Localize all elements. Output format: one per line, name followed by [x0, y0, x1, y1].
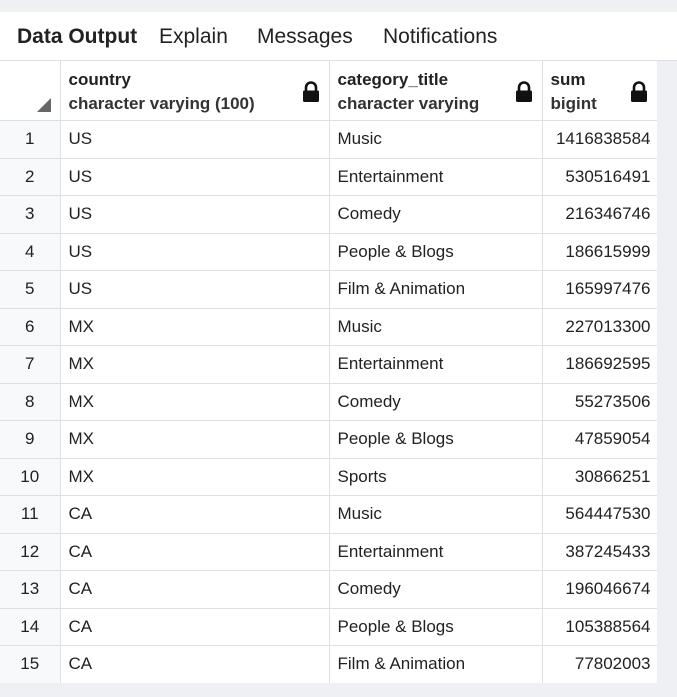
table-row[interactable]: 4 US People & Blogs 186615999	[0, 233, 658, 271]
cell-category-title[interactable]: Music	[329, 495, 543, 534]
row-number[interactable]: 10	[0, 458, 61, 496]
column-header-country[interactable]: country character varying (100)	[60, 61, 330, 121]
row-number[interactable]: 9	[0, 420, 61, 459]
cell-sum[interactable]: 530516491	[542, 158, 658, 196]
column-name: category_title	[337, 70, 449, 89]
cell-sum[interactable]: 387245433	[542, 533, 658, 571]
table-row[interactable]: 15 CA Film & Animation 77802003	[0, 645, 658, 683]
table-row[interactable]: 3 US Comedy 216346746	[0, 195, 658, 234]
row-number[interactable]: 6	[0, 308, 61, 346]
cell-country[interactable]: US	[60, 158, 330, 196]
cell-sum[interactable]: 165997476	[542, 270, 658, 309]
cell-sum[interactable]: 1416838584	[542, 120, 658, 159]
table-row[interactable]: 7 MX Entertainment 186692595	[0, 345, 658, 384]
table-row[interactable]: 1 US Music 1416838584	[0, 120, 658, 159]
row-number[interactable]: 13	[0, 570, 61, 609]
column-header-sum[interactable]: sum bigint	[542, 61, 658, 121]
cell-sum[interactable]: 186692595	[542, 345, 658, 384]
cell-sum[interactable]: 55273506	[542, 383, 658, 421]
column-type: character varying	[337, 94, 480, 113]
cell-category-title[interactable]: People & Blogs	[329, 233, 543, 271]
row-number[interactable]: 8	[0, 383, 61, 421]
cell-country[interactable]: MX	[60, 420, 330, 459]
table-row[interactable]: 11 CA Music 564447530	[0, 495, 658, 534]
cell-country[interactable]: CA	[60, 645, 330, 683]
cell-sum[interactable]: 227013300	[542, 308, 658, 346]
row-number[interactable]: 14	[0, 608, 61, 646]
cell-sum[interactable]: 47859054	[542, 420, 658, 459]
cell-category-title[interactable]: Music	[329, 120, 543, 159]
row-number[interactable]: 3	[0, 195, 61, 234]
row-number[interactable]: 7	[0, 345, 61, 384]
row-number[interactable]: 5	[0, 270, 61, 309]
cell-category-title[interactable]: Music	[329, 308, 543, 346]
table-row[interactable]: 6 MX Music 227013300	[0, 308, 658, 346]
cell-category-title[interactable]: Entertainment	[329, 158, 543, 196]
table-row[interactable]: 8 MX Comedy 55273506	[0, 383, 658, 421]
cell-category-title[interactable]: Comedy	[329, 195, 543, 234]
cell-country[interactable]: US	[60, 120, 330, 159]
cell-country[interactable]: CA	[60, 533, 330, 571]
cell-sum[interactable]: 105388564	[542, 608, 658, 646]
cell-category-title[interactable]: Comedy	[329, 383, 543, 421]
row-number[interactable]: 4	[0, 233, 61, 271]
header-row: country character varying (100) category…	[0, 61, 658, 121]
cell-country[interactable]: CA	[60, 495, 330, 534]
column-header-category-title[interactable]: category_title character varying	[329, 61, 543, 121]
cell-country[interactable]: CA	[60, 608, 330, 646]
cell-sum[interactable]: 77802003	[542, 645, 658, 683]
cell-country[interactable]: MX	[60, 345, 330, 384]
tab-notifications[interactable]: Notifications	[383, 24, 497, 50]
row-number[interactable]: 12	[0, 533, 61, 571]
table-row[interactable]: 13 CA Comedy 196046674	[0, 570, 658, 609]
data-grid: country character varying (100) category…	[0, 61, 677, 683]
table-row[interactable]: 14 CA People & Blogs 105388564	[0, 608, 658, 646]
cell-country[interactable]: US	[60, 195, 330, 234]
cell-country[interactable]: MX	[60, 308, 330, 346]
cell-sum[interactable]: 564447530	[542, 495, 658, 534]
horizontal-scrollbar[interactable]	[0, 683, 677, 697]
cell-sum[interactable]: 186615999	[542, 233, 658, 271]
tab-messages[interactable]: Messages	[257, 24, 353, 50]
resize-corner-icon	[36, 98, 51, 112]
table-row[interactable]: 10 MX Sports 30866251	[0, 458, 658, 496]
cell-category-title[interactable]: Entertainment	[329, 533, 543, 571]
row-number[interactable]: 11	[0, 495, 61, 534]
cell-country[interactable]: US	[60, 270, 330, 309]
vertical-scrollbar[interactable]	[657, 61, 677, 683]
result-tabs: Data Output Explain Messages Notificatio…	[0, 12, 677, 61]
cell-category-title[interactable]: Entertainment	[329, 345, 543, 384]
cell-sum[interactable]: 196046674	[542, 570, 658, 609]
cell-category-title[interactable]: Comedy	[329, 570, 543, 609]
row-number[interactable]: 2	[0, 158, 61, 196]
tab-explain[interactable]: Explain	[159, 24, 228, 50]
lock-icon	[302, 81, 319, 102]
table-row[interactable]: 9 MX People & Blogs 47859054	[0, 420, 658, 459]
row-number[interactable]: 1	[0, 120, 61, 159]
cell-country[interactable]: MX	[60, 383, 330, 421]
lock-icon	[515, 81, 532, 102]
cell-category-title[interactable]: People & Blogs	[329, 608, 543, 646]
column-name: country	[68, 70, 131, 89]
table-row[interactable]: 5 US Film & Animation 165997476	[0, 270, 658, 309]
table-row[interactable]: 12 CA Entertainment 387245433	[0, 533, 658, 571]
cell-category-title[interactable]: Film & Animation	[329, 270, 543, 309]
cell-country[interactable]: US	[60, 233, 330, 271]
cell-sum[interactable]: 216346746	[542, 195, 658, 234]
cell-category-title[interactable]: People & Blogs	[329, 420, 543, 459]
table-row[interactable]: 2 US Entertainment 530516491	[0, 158, 658, 196]
cell-category-title[interactable]: Sports	[329, 458, 543, 496]
row-number[interactable]: 15	[0, 645, 61, 683]
lock-icon	[630, 81, 647, 102]
tab-data-output[interactable]: Data Output	[17, 24, 137, 50]
cell-country[interactable]: MX	[60, 458, 330, 496]
cell-category-title[interactable]: Film & Animation	[329, 645, 543, 683]
query-results-panel: Data Output Explain Messages Notificatio…	[0, 0, 677, 697]
cell-sum[interactable]: 30866251	[542, 458, 658, 496]
cell-country[interactable]: CA	[60, 570, 330, 609]
select-all-corner[interactable]	[0, 61, 61, 121]
results-table: country character varying (100) category…	[0, 61, 658, 683]
column-type: character varying (100)	[68, 94, 255, 113]
